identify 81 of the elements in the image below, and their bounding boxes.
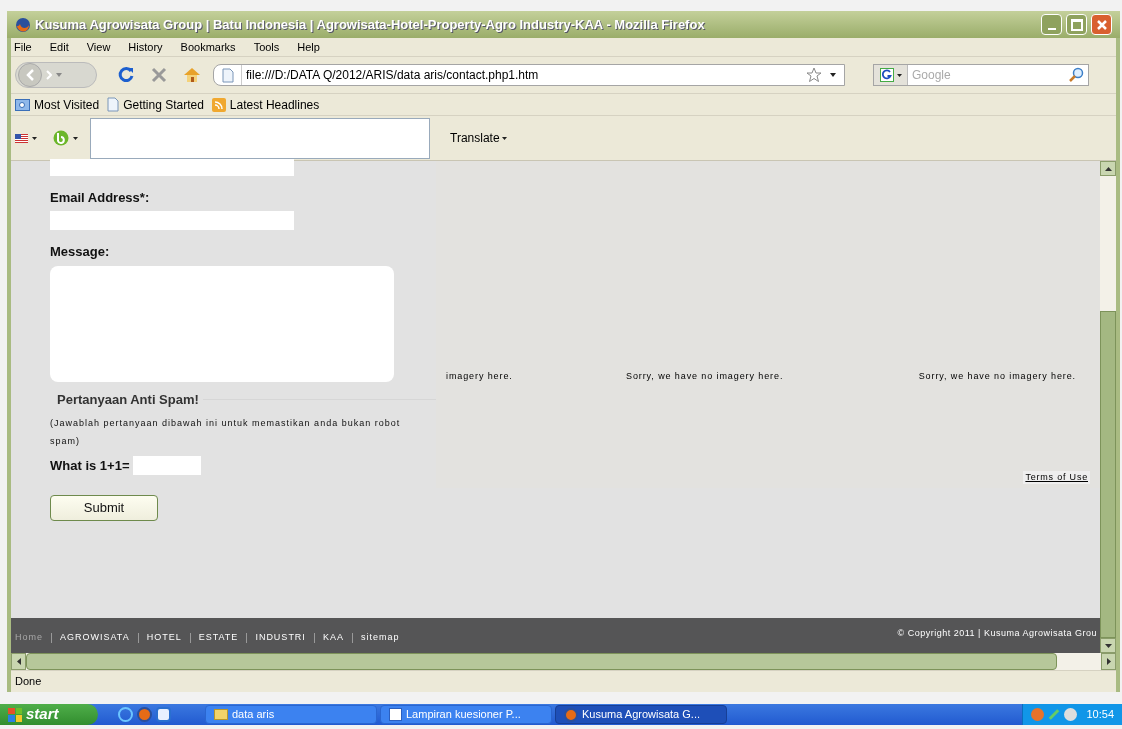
horizontal-scrollbar[interactable] [11,653,1116,670]
field-label: Message: [50,242,111,261]
placeholder-text: Sorry, we have no imagery here. [625,370,785,383]
up-arrow-icon [1104,166,1112,171]
footer-link[interactable]: INDUSTRI [255,631,306,645]
message-field[interactable] [50,266,394,382]
back-forward-button[interactable] [15,62,97,88]
firefox-icon [564,707,578,722]
footer-link[interactable]: AGROWISATA [60,631,130,645]
left-arrow-icon [16,658,21,665]
folder-icon [15,98,30,111]
status-text: Done [15,674,42,690]
minimize-button[interactable] [1041,14,1062,35]
placeholder-text: imagery here. [445,370,514,383]
close-button[interactable] [1091,14,1112,35]
windows-logo-icon [8,707,22,722]
star-icon[interactable] [806,67,822,83]
network-icon [1031,708,1044,721]
placeholder-text: Sorry, we have no imagery here. [917,370,1077,383]
window-title: Kusuma Agrowisata Group | Batu Indonesia | Agrowisata-Hotel-Property-Agro Industry-KAA - Mozilla Firefox [35,15,705,34]
caret-icon[interactable] [830,73,836,77]
menu-item[interactable]: View [86,38,111,56]
copyright-text: © Copyright 2011 | Kusuma Agrowisata Grou [897,627,1097,640]
submit-button[interactable]: Submit [50,495,158,521]
answer-field[interactable] [133,455,202,475]
feed-icon [211,97,226,112]
footer-link[interactable]: sitemap [360,631,400,645]
caret-icon[interactable] [896,73,902,77]
menu-item[interactable]: Help [297,38,320,56]
page-icon [107,97,120,112]
field-label: Email Address*: [50,189,151,207]
address-bar[interactable]: file:///D:/DATA Q/2012/ARIS/data aris/contact.php1.htm [213,64,845,86]
maximize-button[interactable] [1066,14,1087,35]
search-icon[interactable] [1068,67,1084,83]
search-input[interactable]: Google [912,66,1068,84]
reload-icon[interactable] [117,66,135,84]
search-engine-icon[interactable] [879,68,894,82]
firefox-icon [15,16,31,33]
caret-icon[interactable] [32,136,37,140]
bookmark-item[interactable]: Getting Started [107,95,204,114]
scroll-right-button[interactable] [1101,653,1116,670]
bookmark-item[interactable]: Latest Headlines [211,95,320,114]
stop-icon[interactable] [151,67,167,83]
menu-item[interactable]: Tools [253,38,280,56]
question-label: What is 1+1= [50,456,130,475]
input-field[interactable] [50,159,294,176]
scroll-up-button[interactable] [1100,161,1116,176]
section-heading: Pertanyaan Anti Spam! [57,391,199,409]
firefox-icon[interactable] [137,707,152,722]
close-icon [1095,18,1108,31]
menu-item[interactable]: File [14,38,32,56]
footer-link[interactable]: HOTEL [146,631,182,645]
menu-item[interactable]: Bookmarks [180,38,236,56]
page-icon [221,67,234,83]
clock: 10:54 [1086,707,1114,723]
pen-icon [1048,709,1060,720]
right-arrow-icon [1106,658,1111,665]
footer-link[interactable]: ESTATE [198,631,239,645]
scroll-down-button[interactable] [1100,638,1116,653]
document-icon [389,708,402,721]
bookmark-item[interactable]: Most Visited [15,95,100,114]
caret-icon[interactable] [73,136,78,140]
terms-link[interactable]: Terms of Use [1023,470,1090,484]
translate-button[interactable]: Translate [450,129,507,147]
translate-field[interactable] [90,117,430,159]
folder-icon [214,709,228,720]
search-field[interactable]: Google [873,64,1089,86]
instruction-text: (Jawablah pertanyaan dibawah ini untuk memastikan anda bukan robot spam) [50,416,402,448]
taskbar-button[interactable]: Kusuma Agrowisata G... [555,705,727,724]
caret-icon [501,136,507,140]
menu-item[interactable]: Edit [49,38,69,56]
input-field[interactable] [50,210,294,230]
footer-link[interactable]: KAA [322,631,344,645]
scroll-left-button[interactable] [11,653,26,670]
taskbar-button[interactable]: data aris [205,705,377,724]
vertical-scrollbar[interactable] [1100,161,1116,653]
flag-icon[interactable] [15,133,28,143]
down-arrow-icon [1104,643,1112,648]
taskbar-button[interactable]: Lampiran kuesioner P... [380,705,552,724]
home-icon[interactable] [183,67,201,83]
menu-item[interactable]: History [128,38,163,56]
